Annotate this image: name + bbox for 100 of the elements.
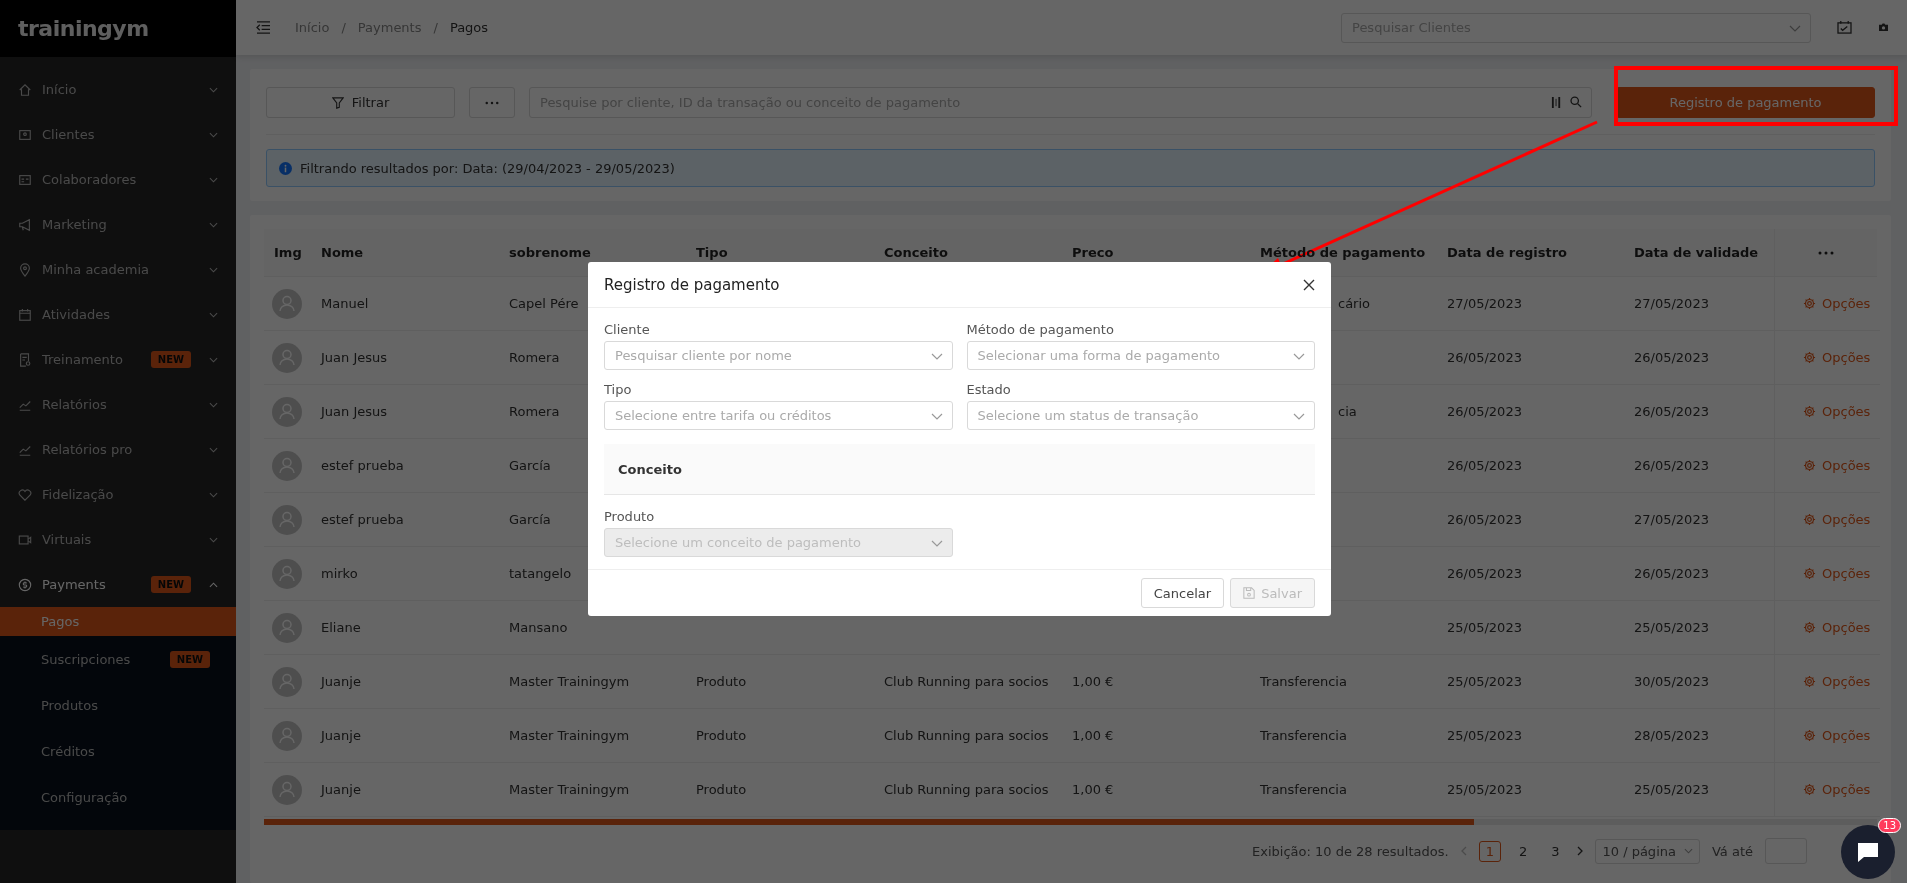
calendar-check-icon[interactable] <box>1837 21 1852 34</box>
more-icon <box>485 100 499 105</box>
table-cell: 26/05/2023 <box>1634 566 1709 581</box>
chevron-icon <box>930 412 943 420</box>
submenu-item[interactable]: Créditos <box>0 728 236 774</box>
table-cell: Juan Jesus <box>321 404 388 419</box>
close-icon[interactable] <box>1303 278 1315 291</box>
table-cell: Master Trainingym <box>509 674 630 689</box>
table-cell: Mansano <box>509 620 568 635</box>
sidebar-item[interactable]: Payments NEW <box>0 562 236 607</box>
options-link[interactable]: Opções <box>1803 782 1871 797</box>
page-button[interactable]: 1 <box>1478 840 1501 862</box>
new-badge: NEW <box>150 351 191 368</box>
gear-icon <box>1803 783 1816 796</box>
select-field[interactable]: Selecione um status de transação <box>966 401 1315 430</box>
table-cell: estef prueba <box>321 512 404 527</box>
column-header: sobrenome <box>509 245 591 260</box>
menu-icon <box>18 352 32 367</box>
field-label: Produto <box>604 509 656 524</box>
new-badge: NEW <box>150 576 191 593</box>
options-link[interactable]: Opções <box>1803 296 1871 311</box>
chevron-icon <box>209 86 218 93</box>
select-field[interactable]: Selecione entre tarifa ou créditos <box>604 401 953 430</box>
gear-icon <box>1803 405 1816 418</box>
avatar-icon <box>272 504 302 535</box>
options-link[interactable]: Opções <box>1803 566 1871 581</box>
table-cell: 26/05/2023 <box>1634 350 1709 365</box>
more-icon[interactable] <box>1817 250 1835 255</box>
gear-icon <box>1803 459 1816 472</box>
camera-icon[interactable] <box>1878 23 1889 32</box>
options-link[interactable]: Opções <box>1803 350 1871 365</box>
avatar-icon <box>272 396 302 427</box>
table-cell: Club Running para socios <box>884 728 1049 743</box>
submenu-item[interactable]: Configuração <box>0 774 236 820</box>
chevron-icon <box>1683 848 1693 854</box>
submenu-item[interactable]: Produtos <box>0 682 236 728</box>
select-field[interactable]: Selecionar uma forma de pagamento <box>966 341 1315 370</box>
avatar-icon <box>272 342 302 373</box>
menu-icon <box>18 487 32 502</box>
table-cell: 28/05/2023 <box>1634 728 1709 743</box>
table-cell: Romera <box>509 350 560 365</box>
gear-icon <box>1803 351 1816 364</box>
breadcrumb-separator: / <box>433 20 438 35</box>
menu-icon <box>18 532 32 547</box>
logo: trainingym <box>18 16 149 41</box>
table-cell: 25/05/2023 <box>1447 674 1522 689</box>
barcode-scan-icon[interactable] <box>1551 96 1562 109</box>
table-cell: 25/05/2023 <box>1447 782 1522 797</box>
table-cell: Club Running para socios <box>884 782 1049 797</box>
section-title: Conceito <box>618 461 682 477</box>
page-button[interactable]: 2 <box>1512 841 1534 861</box>
table-cell: estef prueba <box>321 458 404 473</box>
horizontal-scrollbar[interactable] <box>264 819 1877 825</box>
cancel-button[interactable]: Cancelar <box>1140 578 1225 608</box>
register-payment-button[interactable]: Registro de pagamento <box>1616 87 1875 118</box>
options-link[interactable]: Opções <box>1803 674 1871 689</box>
chevron-icon <box>209 131 218 138</box>
table-cell: cia <box>1338 404 1357 419</box>
table-cell: 26/05/2023 <box>1447 458 1522 473</box>
table-cell: Produto <box>696 782 747 797</box>
avatar-icon <box>272 450 302 481</box>
column-header: Data de registro <box>1447 245 1567 260</box>
table-cell: 26/05/2023 <box>1447 566 1522 581</box>
gear-icon <box>1803 567 1816 580</box>
submenu-item[interactable]: Suscripciones NEW <box>0 636 236 682</box>
options-link[interactable]: Opções <box>1803 620 1871 635</box>
chevron-icon <box>209 356 218 363</box>
select-field[interactable]: Pesquisar cliente por nome <box>604 341 953 370</box>
search-icon[interactable] <box>1570 96 1582 108</box>
table-cell: Eliane <box>321 620 361 635</box>
options-link[interactable]: Opções <box>1803 458 1871 473</box>
menu-icon <box>18 262 32 277</box>
chevron-icon <box>209 446 218 453</box>
table-cell: 1,00 € <box>1072 728 1114 743</box>
avatar-icon <box>272 288 302 319</box>
menu-icon <box>18 82 32 97</box>
table-cell: 26/05/2023 <box>1447 512 1522 527</box>
options-link[interactable]: Opções <box>1803 404 1871 419</box>
table-cell: 25/05/2023 <box>1634 782 1709 797</box>
field-label: Cliente <box>604 322 651 337</box>
table-cell: tatangelo <box>509 566 572 581</box>
options-link[interactable]: Opções <box>1803 512 1871 527</box>
avatar-icon <box>272 558 302 589</box>
options-link[interactable]: Opções <box>1803 728 1871 743</box>
submenu-item[interactable]: Pagos <box>0 607 236 636</box>
next-page-icon[interactable] <box>1577 846 1584 856</box>
table-cell: cário <box>1338 296 1371 311</box>
table-cell: Transferencia <box>1260 782 1347 797</box>
info-icon <box>279 161 292 175</box>
avatar-icon <box>272 774 302 805</box>
table-cell: García <box>509 458 551 473</box>
table-cell: Club Running para socios <box>884 674 1049 689</box>
filter-button[interactable]: Filtrar <box>266 87 455 118</box>
page-size-select[interactable]: 10 / página <box>1595 838 1700 864</box>
menu-collapse-icon[interactable] <box>256 21 271 34</box>
table-cell: 26/05/2023 <box>1634 458 1709 473</box>
chevron-icon <box>209 536 218 543</box>
dialog-title: Registro de pagamento <box>604 275 780 294</box>
page-button[interactable]: 3 <box>1545 841 1566 861</box>
gear-icon <box>1803 513 1816 526</box>
